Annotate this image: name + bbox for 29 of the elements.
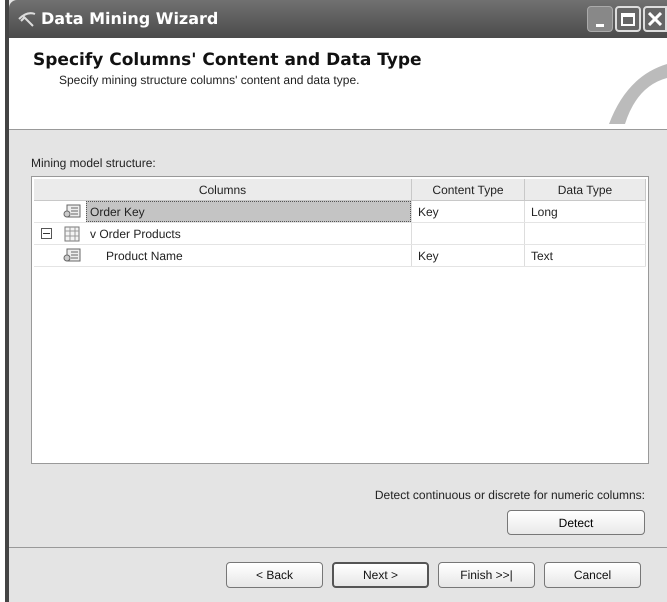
detect-hint: Detect continuous or discrete for numeric columns: xyxy=(374,487,645,504)
close-button[interactable] xyxy=(643,6,667,32)
column-header[interactable]: Data Type xyxy=(525,179,646,201)
column-icon xyxy=(62,246,82,264)
tree-item[interactable]: v Order Products xyxy=(86,223,411,244)
wizard-button[interactable]: Finish >>| xyxy=(438,562,535,588)
page-subtitle: Specify mining structure columns' content and data type. xyxy=(59,72,360,90)
table-cell-text: Key xyxy=(418,204,439,220)
page-title: Specify Columns' Content and Data Type xyxy=(33,50,422,72)
minimize-button[interactable] xyxy=(587,6,613,32)
table-cell-text: Text xyxy=(531,248,554,264)
column-header[interactable]: Content Type xyxy=(412,179,525,201)
wizard-button[interactable]: Cancel xyxy=(544,562,641,588)
detect-button[interactable]: Detect xyxy=(507,510,645,535)
pickaxe-icon xyxy=(17,10,37,28)
collapse-icon[interactable] xyxy=(40,228,52,239)
grid-label: Mining model structure: xyxy=(31,155,157,172)
window-title: Data Mining Wizard xyxy=(41,8,218,30)
wizard-button[interactable]: Next > xyxy=(332,562,429,588)
column-header[interactable]: Columns xyxy=(34,179,412,201)
tree-item[interactable]: Order Key xyxy=(86,201,411,222)
close-icon xyxy=(648,12,662,26)
wizard-button[interactable]: < Back xyxy=(226,562,323,588)
table-icon xyxy=(63,224,81,242)
column-icon xyxy=(62,202,82,220)
table-cell-text: Long xyxy=(531,204,558,220)
maximize-button[interactable] xyxy=(615,6,641,32)
tree-item[interactable]: Product Name xyxy=(86,245,411,266)
table-cell-text: Key xyxy=(418,248,439,264)
